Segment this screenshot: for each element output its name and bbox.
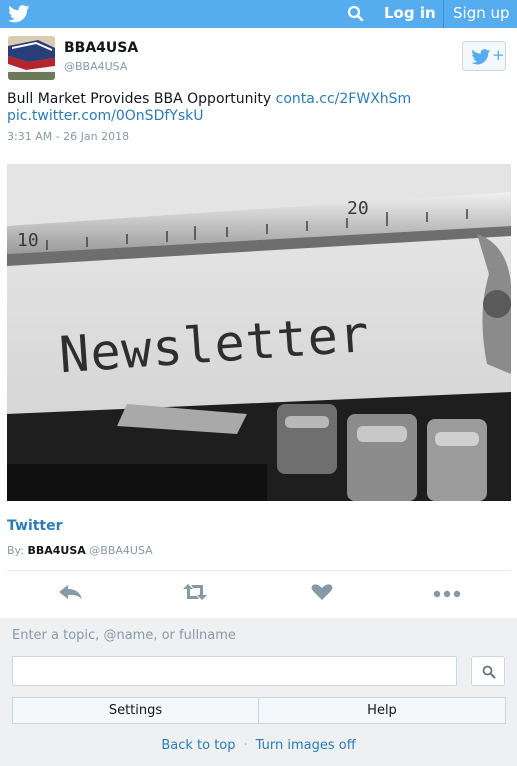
ruler-number-20: 20 (347, 198, 369, 219)
top-bar-divider (443, 0, 444, 28)
help-button[interactable]: Help (258, 697, 506, 724)
card-by-prefix: By: (7, 544, 24, 557)
avatar[interactable] (8, 36, 55, 80)
avatar-image (8, 36, 55, 80)
tweet-link[interactable]: conta.cc/2FWXhSm (276, 91, 412, 107)
twitter-bird-icon[interactable] (8, 5, 30, 23)
search-icon (482, 665, 496, 679)
tweet-body: Bull Market Provides BBA Opportunity (7, 91, 272, 107)
follow-button[interactable]: + (462, 41, 506, 71)
back-to-top-link[interactable]: Back to top (161, 738, 235, 753)
user-handle: @BBA4USA (64, 60, 128, 73)
tweet-text: Bull Market Provides BBA Opportunity con… (7, 91, 507, 125)
retweet-icon[interactable] (180, 582, 210, 602)
card-author-handle: @BBA4USA (89, 544, 153, 557)
settings-button[interactable]: Settings (12, 697, 259, 724)
card-author-name[interactable]: BBA4USA (27, 544, 85, 557)
tweet-pic-link[interactable]: pic.twitter.com/0OnSDfYskU (7, 108, 203, 124)
divider (7, 570, 511, 571)
reply-icon[interactable] (55, 582, 85, 602)
twitter-bird-icon (471, 49, 491, 65)
link-separator: · (243, 738, 248, 753)
search-hint: Enter a topic, @name, or fullname (12, 628, 236, 643)
login-button[interactable]: Log in (384, 4, 436, 22)
top-bar: Log in Sign up (0, 0, 517, 28)
footer-links: Back to top · Turn images off (0, 738, 517, 753)
tweet-timestamp[interactable]: 3:31 AM - 26 Jan 2018 (7, 130, 129, 143)
more-icon[interactable] (432, 582, 462, 602)
tweet-photo[interactable]: 10 20 Newsletter (7, 164, 511, 501)
like-icon[interactable] (307, 582, 337, 602)
search-icon[interactable] (346, 4, 366, 24)
ruler-number-10: 10 (17, 230, 39, 251)
turn-images-off-link[interactable]: Turn images off (256, 738, 356, 753)
search-input[interactable] (12, 656, 457, 686)
user-name[interactable]: BBA4USA (64, 40, 138, 56)
card-author: By: BBA4USA @BBA4USA (7, 544, 153, 557)
signup-button[interactable]: Sign up (453, 4, 510, 22)
card-title[interactable]: Twitter (7, 518, 63, 534)
search-button[interactable] (471, 656, 505, 686)
plus-icon: + (492, 46, 505, 64)
